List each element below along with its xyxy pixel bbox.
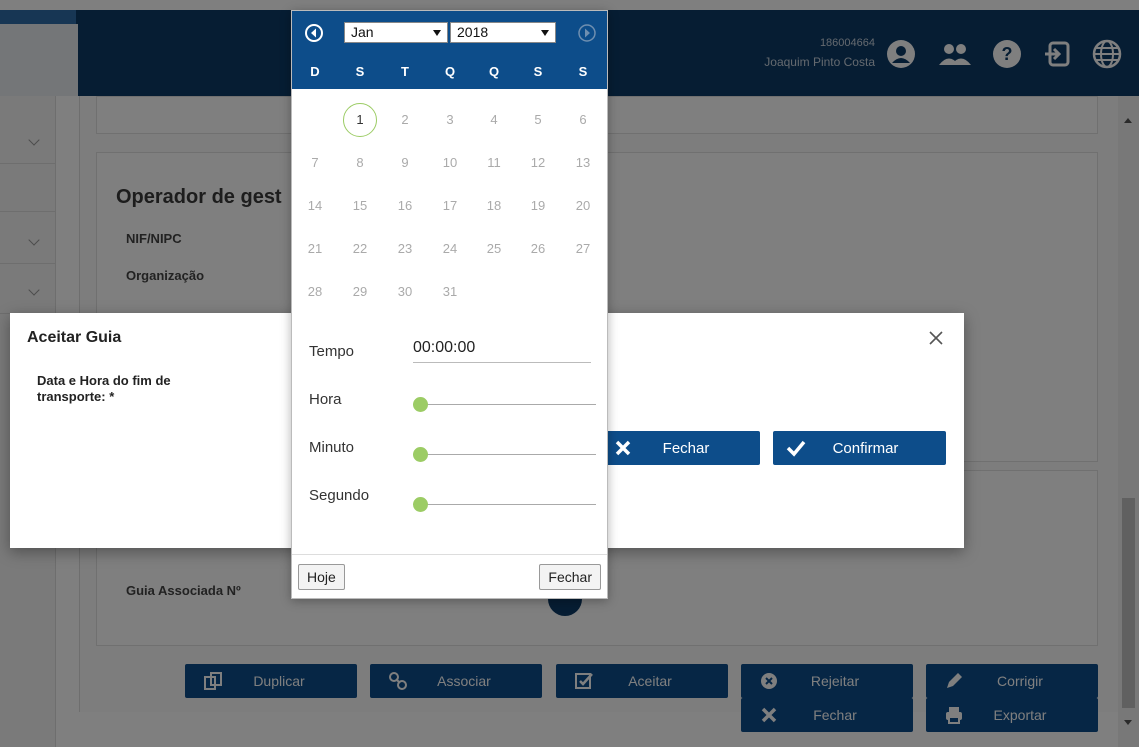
calendar-day[interactable]: 23 — [388, 232, 422, 266]
picker-header: Jan 2018 — [292, 11, 607, 55]
calendar-day[interactable]: 21 — [298, 232, 332, 266]
calendar-day[interactable]: 4 — [477, 103, 511, 137]
time-value: 00:00:00 — [413, 339, 591, 363]
modal-close-button[interactable]: Fechar — [600, 431, 760, 465]
slider-track — [413, 504, 596, 505]
weekday-label: D — [310, 64, 320, 79]
weekday-label: S — [578, 64, 588, 79]
weekday-label: S — [533, 64, 543, 79]
calendar-day[interactable]: 12 — [521, 146, 555, 180]
second-slider[interactable] — [413, 495, 596, 513]
modal-close-label: Fechar — [662, 439, 710, 457]
picker-footer: Hoje Fechar — [292, 554, 607, 598]
calendar-day[interactable]: 22 — [343, 232, 377, 266]
caret-down-icon — [433, 30, 441, 36]
weekday-label: Q — [444, 64, 456, 79]
calendar-day[interactable]: 14 — [298, 189, 332, 223]
calendar-day[interactable]: 17 — [433, 189, 467, 223]
hour-slider[interactable] — [413, 395, 596, 413]
month-value: Jan — [351, 24, 374, 40]
calendar-day[interactable]: 5 — [521, 103, 555, 137]
slider-track — [413, 404, 596, 405]
end-datetime-label: Data e Hora do fim de transporte: * — [37, 373, 171, 404]
picker-close-button[interactable]: Fechar — [539, 564, 601, 590]
calendar-day[interactable]: 24 — [433, 232, 467, 266]
caret-down-icon — [541, 30, 549, 36]
calendar-day[interactable]: 20 — [566, 189, 600, 223]
weekday-header: DSTQQSS — [292, 55, 607, 89]
calendar-day[interactable]: 27 — [566, 232, 600, 266]
calendar-day[interactable]: 2 — [388, 103, 422, 137]
year-select[interactable]: 2018 — [450, 22, 556, 43]
confirm-button[interactable]: Confirmar — [773, 431, 946, 465]
calendar-day[interactable]: 18 — [477, 189, 511, 223]
calendar-day[interactable]: 29 — [343, 275, 377, 309]
calendar-day[interactable]: 9 — [388, 146, 422, 180]
calendar-day[interactable]: 13 — [566, 146, 600, 180]
calendar-day[interactable]: 30 — [388, 275, 422, 309]
calendar-day[interactable]: 26 — [521, 232, 555, 266]
times-icon — [612, 437, 634, 459]
calendar-day[interactable]: 10 — [433, 146, 467, 180]
next-month-icon[interactable] — [576, 22, 598, 44]
calendar-day[interactable]: 25 — [477, 232, 511, 266]
prev-month-icon[interactable] — [303, 22, 325, 44]
modal-title: Aceitar Guia — [27, 329, 122, 346]
year-value: 2018 — [457, 24, 489, 40]
calendar-day[interactable]: 8 — [343, 146, 377, 180]
confirm-label: Confirmar — [832, 439, 899, 457]
slider-handle[interactable] — [413, 397, 428, 412]
calendar-day[interactable]: 15 — [343, 189, 377, 223]
weekday-label: S — [355, 64, 365, 79]
calendar-day[interactable]: 28 — [298, 275, 332, 309]
calendar-day[interactable]: 31 — [433, 275, 467, 309]
calendar-day[interactable]: 11 — [477, 146, 511, 180]
slider-handle[interactable] — [413, 447, 428, 462]
hour-label: Hora — [309, 391, 342, 408]
time-label: Tempo — [309, 343, 355, 360]
datetime-picker: Jan 2018 DSTQQSS 1 2 3 4 5 6 7 8 9 10 11 12 13 14 15 16… — [291, 10, 608, 599]
slider-track — [413, 454, 596, 455]
calendar-day[interactable]: 3 — [433, 103, 467, 137]
calendar-day[interactable]: 19 — [521, 189, 555, 223]
minute-label: Minuto — [309, 439, 355, 456]
calendar-day[interactable]: 16 — [388, 189, 422, 223]
calendar-day-selected[interactable]: 1 — [343, 103, 377, 137]
weekday-label: T — [401, 64, 409, 79]
second-label: Segundo — [309, 487, 370, 504]
today-button[interactable]: Hoje — [298, 564, 345, 590]
slider-handle[interactable] — [413, 497, 428, 512]
calendar-day[interactable]: 7 — [298, 146, 332, 180]
minute-slider[interactable] — [413, 445, 596, 463]
calendar-day[interactable]: 6 — [566, 103, 600, 137]
month-select[interactable]: Jan — [344, 22, 448, 43]
weekday-label: Q — [488, 64, 500, 79]
check-icon — [785, 437, 807, 459]
close-icon[interactable] — [925, 327, 947, 349]
